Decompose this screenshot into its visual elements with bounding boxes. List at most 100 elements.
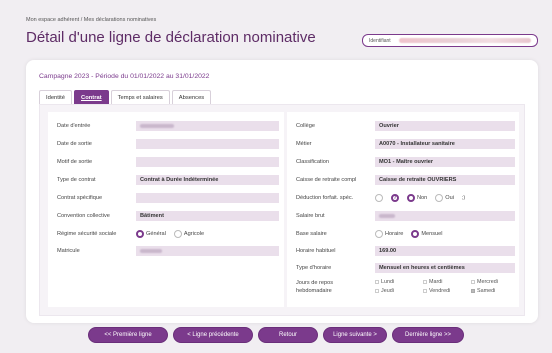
back-button[interactable]: Retour [258, 327, 318, 343]
row-type-horaire: Type d'horaire Mensuel en heures et cent… [296, 263, 515, 273]
left-column: Date d'entrée Date de sortie Motif de so… [48, 112, 284, 307]
checkbox-mercredi[interactable]: Mercredi [471, 279, 519, 285]
radio-general[interactable]: Général [136, 230, 166, 238]
bottom-navigation: << Première ligne < Ligne précédente Ret… [0, 327, 552, 343]
redacted-value [140, 249, 162, 253]
question-icon: ? [391, 194, 399, 202]
row-deduction: Déduction forfait. spéc. ? Non Oui ;) [296, 193, 465, 203]
value-classification: MO1 - Maître ouvrier [375, 157, 515, 167]
day-label: Mercredi [477, 279, 498, 285]
days-checkbox-grid: Lundi Mardi Mercredi Jeudi Vendredi Same… [375, 279, 519, 294]
radio-agricole[interactable]: Agricole [173, 230, 204, 238]
radio-general-label: Général [146, 231, 166, 237]
label-base-salaire: Base salaire [296, 231, 327, 237]
checkbox-vendredi[interactable]: Vendredi [423, 288, 471, 294]
checkbox-icon [375, 280, 379, 284]
first-line-button[interactable]: << Première ligne [88, 327, 168, 343]
label-type-horaire: Type d'horaire [296, 265, 332, 271]
identifier-field: Identifiant [362, 34, 538, 47]
checkbox-icon [375, 289, 379, 293]
row-date-sortie: Date de sortie [57, 139, 279, 149]
row-date-entree: Date d'entrée [57, 121, 279, 131]
tab-identite[interactable]: Identité [39, 90, 73, 104]
label-convention: Convention collective [57, 213, 110, 219]
redacted-value [379, 214, 395, 218]
radio-oui-label: Oui [445, 195, 454, 201]
row-type-contrat: Type de contrat Contrat à Durée Indéterm… [57, 175, 279, 185]
breadcrumb: Mon espace adhérent / Mes déclarations n… [26, 17, 157, 23]
identifier-redacted-value [398, 38, 531, 43]
help-icon[interactable]: ? [391, 194, 399, 202]
tab-panel: Date d'entrée Date de sortie Motif de so… [39, 104, 525, 316]
row-contrat-specifique: Contrat spécifique [57, 193, 279, 203]
checkbox-icon [423, 289, 427, 293]
label-classification: Classification [296, 159, 329, 165]
day-label: Mardi [429, 279, 443, 285]
label-jours-repos-line1: Jours de repos [296, 280, 334, 286]
radio-circle-icon [375, 230, 383, 238]
label-college: Collège [296, 123, 315, 129]
label-motif-sortie: Motif de sortie [57, 159, 93, 165]
radio-oui[interactable]: Oui [435, 194, 454, 202]
tab-bar: Identité Contrat Temps et salaires Absen… [39, 90, 213, 104]
tab-absences[interactable]: Absences [171, 90, 212, 104]
value-salaire [375, 211, 515, 221]
row-metier: Métier A0070 - Installateur sanitaire [296, 139, 515, 149]
radio-circle-icon [375, 194, 383, 202]
row-salaire: Salaire brut [296, 211, 515, 221]
day-label: Jeudi [381, 288, 394, 294]
value-caisse: Caisse de retraite OUVRIERS [375, 175, 515, 185]
day-label: Lundi [381, 279, 395, 285]
base-salaire-radio-group: Horaire Mensuel [375, 230, 447, 238]
radio-circle-icon [435, 194, 444, 202]
label-jours-repos-line2: hebdomadaire [296, 288, 332, 294]
redacted-value [140, 124, 174, 128]
tab-temps-salaires[interactable]: Temps et salaires [110, 90, 170, 104]
previous-line-button[interactable]: < Ligne précédente [173, 327, 253, 343]
label-metier: Métier [296, 141, 312, 147]
label-caisse: Caisse de retraite compl [296, 177, 357, 183]
campaign-period: Campagne 2023 - Période du 01/01/2022 au… [39, 73, 210, 80]
identifier-label: Identifiant [369, 37, 391, 44]
radio-non[interactable]: Non [407, 194, 427, 202]
value-type-horaire: Mensuel en heures et centièmes [375, 263, 515, 273]
tab-contrat[interactable]: Contrat [74, 90, 109, 104]
radio-horaire[interactable]: Horaire [375, 230, 403, 238]
row-jours-repos: Jours de repos hebdomadaire Lundi Mardi … [296, 279, 519, 301]
radio-circle-icon [136, 230, 144, 238]
radio-mensuel[interactable]: Mensuel [411, 230, 443, 238]
last-line-button[interactable]: Dernière ligne >> [392, 327, 464, 343]
label-regime: Régime sécurité sociale [57, 231, 117, 237]
row-motif-sortie: Motif de sortie [57, 157, 279, 167]
checkbox-mardi[interactable]: Mardi [423, 279, 471, 285]
checkbox-jeudi[interactable]: Jeudi [375, 288, 423, 294]
next-line-button[interactable]: Ligne suivante > [323, 327, 387, 343]
label-horaire: Horaire habituel [296, 248, 336, 254]
checkbox-icon [423, 280, 427, 284]
row-classification: Classification MO1 - Maître ouvrier [296, 157, 515, 167]
row-college: Collège Ouvrier [296, 121, 515, 131]
label-date-sortie: Date de sortie [57, 141, 92, 147]
checkbox-samedi[interactable]: Samedi [471, 288, 519, 294]
deduction-radio-group: ? Non Oui ;) [375, 194, 465, 202]
regime-radio-group: Général Agricole [136, 230, 208, 238]
row-convention: Convention collective Bâtiment [57, 211, 279, 221]
radio-deduction-empty[interactable] [375, 194, 383, 202]
label-deduction: Déduction forfait. spéc. [296, 195, 354, 201]
label-salaire: Salaire brut [296, 213, 325, 219]
row-matricule: Matricule [57, 246, 279, 256]
radio-mensuel-label: Mensuel [421, 231, 443, 237]
value-motif-sortie [136, 157, 279, 167]
value-horaire: 169.00 [375, 246, 515, 256]
detail-card: Campagne 2023 - Période du 01/01/2022 au… [26, 60, 538, 323]
radio-circle-icon [407, 194, 415, 202]
label-type-contrat: Type de contrat [57, 177, 96, 183]
radio-non-label: Non [417, 195, 428, 201]
page-title: Détail d'une ligne de déclaration nomina… [26, 29, 316, 46]
row-base-salaire: Base salaire Horaire Mensuel [296, 229, 447, 239]
info-icon: ;) [461, 195, 466, 201]
checkbox-lundi[interactable]: Lundi [375, 279, 423, 285]
value-college: Ouvrier [375, 121, 515, 131]
value-convention: Bâtiment [136, 211, 279, 221]
label-date-entree: Date d'entrée [57, 123, 91, 129]
